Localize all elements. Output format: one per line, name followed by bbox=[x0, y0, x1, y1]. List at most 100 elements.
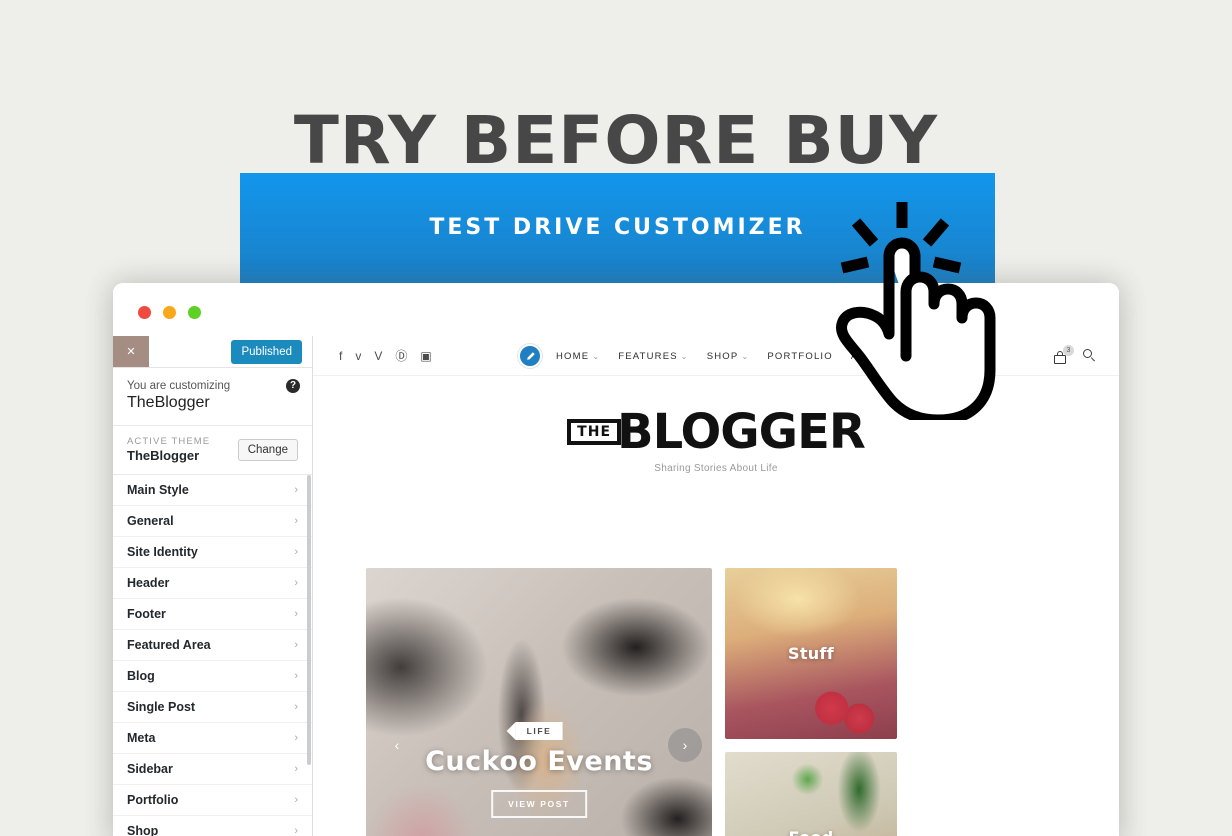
sidebar-item-meta[interactable]: Meta › bbox=[113, 723, 312, 754]
close-window-light-icon[interactable] bbox=[138, 306, 151, 319]
facebook-icon[interactable]: f bbox=[339, 350, 342, 362]
chevron-right-icon: › bbox=[294, 515, 298, 527]
nav-item-label: ABOUT ME bbox=[850, 350, 910, 362]
change-theme-button[interactable]: Change bbox=[237, 438, 298, 461]
customizer-header: ✕ Published bbox=[113, 336, 312, 368]
sidebar-item-label: Site Identity bbox=[127, 545, 198, 559]
sidebar-item-label: Footer bbox=[127, 607, 166, 621]
sidebar-item-header[interactable]: Header › bbox=[113, 568, 312, 599]
sidebar-item-main-style[interactable]: Main Style › bbox=[113, 475, 312, 506]
nav-item-home[interactable]: HOME ⌄ bbox=[556, 351, 600, 362]
dribbble-icon[interactable]: Ⓓ bbox=[395, 350, 407, 362]
customizing-info: You are customizing TheBlogger ? bbox=[113, 368, 312, 426]
edit-pencil-icon[interactable] bbox=[518, 344, 542, 368]
search-handle bbox=[1090, 357, 1096, 362]
chevron-down-icon: ⌄ bbox=[741, 351, 750, 361]
chevron-right-icon: › bbox=[294, 577, 298, 589]
view-post-button[interactable]: VIEW POST bbox=[491, 790, 587, 818]
header-spacer bbox=[149, 336, 231, 367]
chevron-right-icon: › bbox=[294, 546, 298, 558]
browser-window: ✕ Published You are customizing TheBlogg… bbox=[113, 283, 1119, 836]
sidebar-item-featured-area[interactable]: Featured Area › bbox=[113, 630, 312, 661]
logo-line[interactable]: THE BLOGGER bbox=[567, 404, 866, 460]
category-tile-label: Stuff bbox=[788, 644, 834, 663]
maximize-window-light-icon[interactable] bbox=[188, 306, 201, 319]
sidebar-item-label: Sidebar bbox=[127, 762, 173, 776]
sidebar-scrollbar[interactable] bbox=[307, 475, 311, 765]
cart-bag bbox=[1054, 354, 1066, 364]
slider-next-icon[interactable]: › bbox=[668, 728, 702, 762]
site-logo-block: THE BLOGGER Sharing Stories About Life bbox=[313, 376, 1119, 496]
help-icon[interactable]: ? bbox=[286, 379, 300, 393]
nav-item-label: SHOP bbox=[706, 350, 739, 362]
search-icon[interactable] bbox=[1083, 349, 1097, 363]
site-navigation: HOME ⌄ FEATURES ⌄ SHOP ⌄ PORTFOLIO ABOUT ME CONT… bbox=[556, 336, 982, 376]
vine-icon[interactable]: V bbox=[374, 350, 382, 362]
traffic-lights bbox=[138, 306, 201, 319]
sidebar-item-label: Featured Area bbox=[127, 638, 211, 652]
category-tile[interactable]: Food bbox=[725, 752, 897, 836]
instagram-icon[interactable]: ▣ bbox=[420, 350, 431, 362]
logo-the-box: THE bbox=[567, 419, 622, 446]
chevron-right-icon: › bbox=[294, 670, 298, 682]
active-theme-meta: ACTIVE THEME TheBlogger bbox=[127, 436, 210, 463]
sidebar-item-general[interactable]: General › bbox=[113, 506, 312, 537]
sidebar-item-single-post[interactable]: Single Post › bbox=[113, 692, 312, 723]
chevron-right-icon: › bbox=[294, 763, 298, 775]
chevron-right-icon: › bbox=[294, 639, 298, 651]
featured-slider[interactable]: LIFE Cuckoo Events VIEW POST ‹ › bbox=[366, 568, 712, 836]
chevron-right-icon: › bbox=[294, 484, 298, 496]
twitter-icon[interactable]: ᴠ bbox=[355, 350, 361, 362]
sidebar-item-label: Main Style bbox=[127, 483, 189, 497]
nav-item-features[interactable]: FEATURES ⌄ bbox=[618, 351, 688, 362]
customizer-panel-list: Main Style › General › Site Identity › Header ›… bbox=[113, 475, 312, 836]
active-theme-caption: ACTIVE THEME bbox=[127, 436, 211, 447]
logo-wordmark: BLOGGER bbox=[617, 404, 866, 460]
social-links: f ᴠ V Ⓓ ▣ bbox=[339, 350, 432, 362]
nav-item-shop[interactable]: SHOP ⌄ bbox=[707, 351, 750, 362]
sidebar-item-label: Portfolio bbox=[127, 793, 179, 807]
chevron-right-icon: › bbox=[294, 732, 298, 744]
chevron-down-icon: ⌄ bbox=[592, 351, 601, 361]
customizing-site-name: TheBlogger bbox=[127, 394, 210, 411]
nav-item-label: HOME bbox=[556, 350, 590, 362]
sidebar-item-label: General bbox=[127, 514, 174, 528]
promo-subheadline: TEST DRIVE CUSTOMIZER bbox=[429, 215, 806, 240]
sidebar-item-label: Blog bbox=[127, 669, 155, 683]
featured-category-tag[interactable]: LIFE bbox=[506, 722, 563, 740]
sidebar-item-shop[interactable]: Shop › bbox=[113, 816, 312, 836]
site-topbar: f ᴠ V Ⓓ ▣ HOME ⌄ FEATURES ⌄ SHOP ⌄ PORTFOLIO ABOUT … bbox=[313, 336, 1119, 376]
nav-item-label: CONTACT bbox=[927, 350, 982, 362]
sidebar-item-label: Header bbox=[127, 576, 170, 590]
topbar-actions: 3 bbox=[1054, 336, 1097, 376]
active-theme-name: TheBlogger bbox=[127, 448, 200, 463]
nav-item-contact[interactable]: CONTACT bbox=[928, 351, 982, 362]
publish-button[interactable]: Published bbox=[231, 339, 302, 364]
sidebar-item-footer[interactable]: Footer › bbox=[113, 599, 312, 630]
category-tile[interactable]: Stuff bbox=[725, 568, 897, 739]
nav-item-about-me[interactable]: ABOUT ME bbox=[851, 351, 910, 362]
close-customizer-button[interactable]: ✕ bbox=[113, 336, 149, 367]
category-tiles: Stuff Food Travel Instagram bbox=[725, 568, 1063, 836]
nav-item-portfolio[interactable]: PORTFOLIO bbox=[767, 351, 833, 362]
chevron-right-icon: › bbox=[294, 701, 298, 713]
active-theme-section: ACTIVE THEME TheBlogger Change bbox=[113, 426, 312, 475]
chevron-right-icon: › bbox=[294, 794, 298, 806]
customizer-sidebar: ✕ Published You are customizing TheBlogg… bbox=[113, 336, 313, 836]
category-tile-label: Food bbox=[789, 828, 834, 836]
nav-item-label: FEATURES bbox=[618, 350, 678, 362]
chevron-down-icon: ⌄ bbox=[680, 351, 689, 361]
cart-icon[interactable]: 3 bbox=[1054, 344, 1074, 364]
promo-screenshot-stage: TRY BEFORE BUY TEST DRIVE CUSTOMIZER ✕ P… bbox=[0, 0, 1232, 836]
sidebar-item-portfolio[interactable]: Portfolio › bbox=[113, 785, 312, 816]
promo-headline: TRY BEFORE BUY bbox=[293, 102, 939, 179]
slider-prev-icon[interactable]: ‹ bbox=[380, 728, 414, 762]
theme-preview-pane: f ᴠ V Ⓓ ▣ HOME ⌄ FEATURES ⌄ SHOP ⌄ PORTFOLIO ABOUT … bbox=[313, 336, 1119, 836]
wordpress-customizer-layout: ✕ Published You are customizing TheBlogg… bbox=[113, 336, 1119, 836]
customizing-label: You are customizing bbox=[127, 380, 231, 392]
chevron-right-icon: › bbox=[294, 825, 298, 836]
sidebar-item-site-identity[interactable]: Site Identity › bbox=[113, 537, 312, 568]
minimize-window-light-icon[interactable] bbox=[163, 306, 176, 319]
sidebar-item-blog[interactable]: Blog › bbox=[113, 661, 312, 692]
sidebar-item-sidebar[interactable]: Sidebar › bbox=[113, 754, 312, 785]
